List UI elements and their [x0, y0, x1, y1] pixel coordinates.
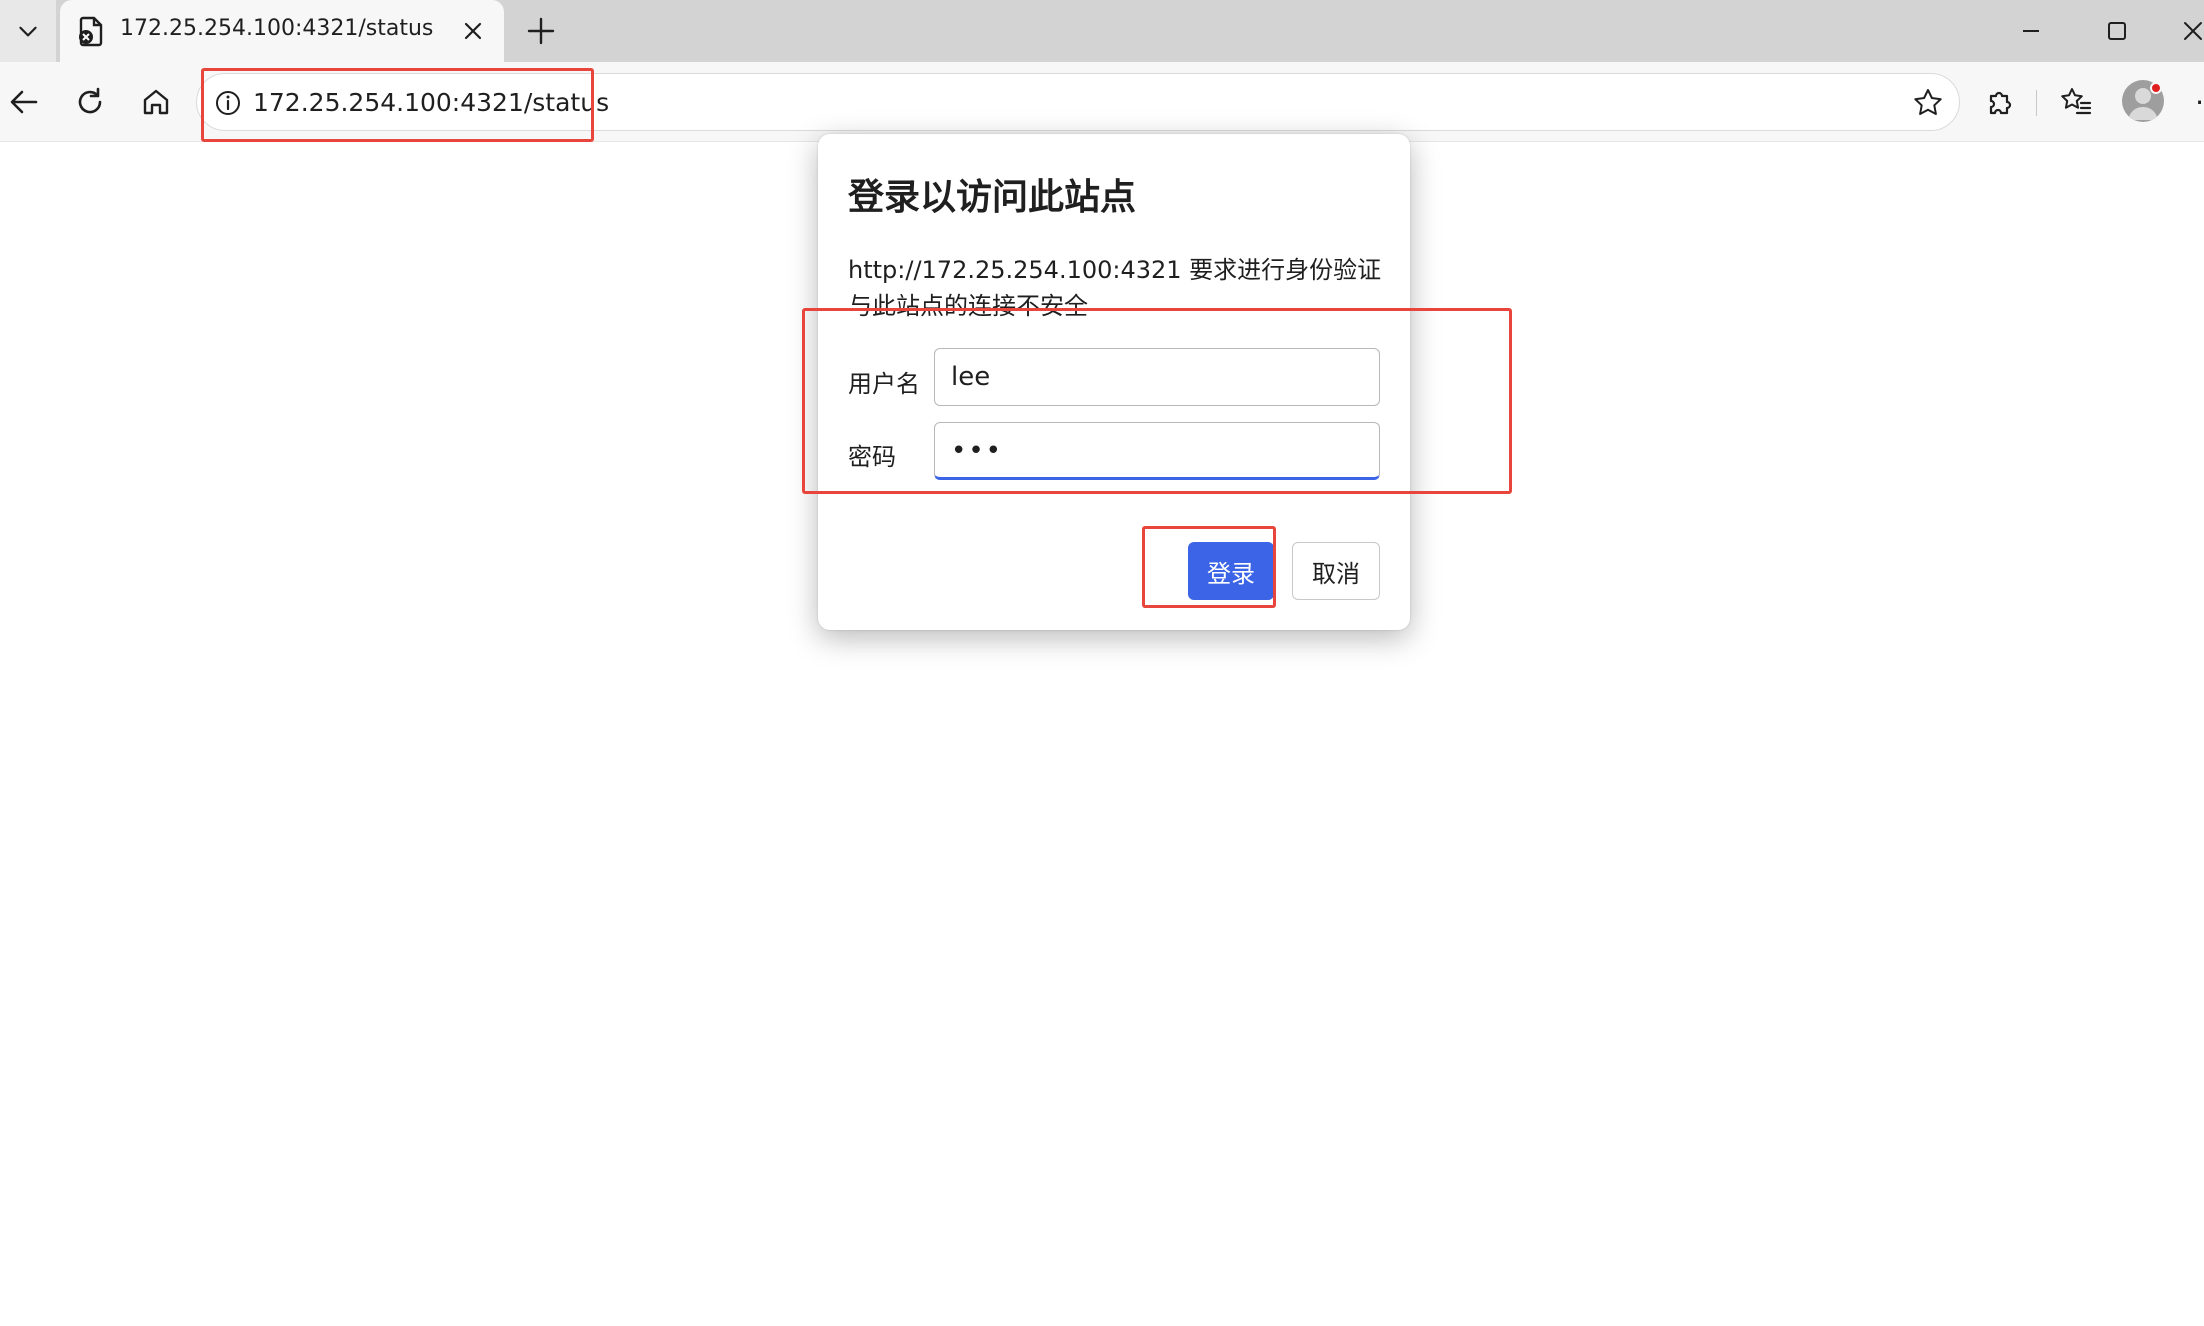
maximize-button[interactable]	[2092, 8, 2142, 54]
chevron-down-icon	[19, 26, 37, 37]
notification-dot	[2150, 82, 2162, 94]
site-info-button[interactable]	[211, 86, 245, 120]
close-icon	[464, 22, 482, 40]
login-button[interactable]: 登录	[1188, 542, 1274, 600]
extensions-icon	[1989, 91, 2012, 115]
address-text[interactable]: 172.25.254.100:4321/status	[253, 88, 609, 117]
address-bar[interactable]: 172.25.254.100:4321/status	[196, 73, 1960, 131]
reload-button[interactable]	[68, 80, 112, 124]
new-tab-button[interactable]	[520, 10, 562, 52]
minimize-button[interactable]	[2006, 8, 2056, 54]
auth-dialog: 登录以访问此站点 http://172.25.254.100:4321 要求进行…	[818, 134, 1410, 630]
favorites-button[interactable]	[2054, 80, 2098, 124]
toolbar-divider	[2036, 90, 2037, 116]
tab-menu-button[interactable]	[0, 0, 56, 62]
tab-title: 172.25.254.100:4321/status	[120, 16, 434, 41]
favorites-icon	[2061, 88, 2092, 115]
auth-origin-message: http://172.25.254.100:4321 要求进行身份验证	[848, 256, 1382, 284]
browser-toolbar: 172.25.254.100:4321/status ·	[0, 62, 2204, 142]
info-icon	[216, 91, 240, 115]
insecure-page-icon	[79, 16, 103, 47]
close-window-button[interactable]	[2170, 8, 2204, 54]
cancel-button[interactable]: 取消	[1292, 542, 1380, 600]
favorite-star-button[interactable]	[1909, 84, 1947, 122]
maximize-icon	[2108, 22, 2126, 40]
password-input[interactable]: •••	[934, 422, 1380, 480]
dialog-title: 登录以访问此站点	[848, 177, 1137, 218]
close-icon	[2184, 22, 2202, 40]
plus-icon	[527, 17, 555, 45]
more-icon[interactable]: ·	[2180, 80, 2204, 124]
star-icon	[1914, 89, 1942, 115]
active-tab[interactable]: 172.25.254.100:4321/status	[60, 0, 504, 62]
minimize-icon	[2023, 30, 2039, 32]
reload-icon	[78, 87, 102, 114]
extensions-button[interactable]	[1978, 80, 2022, 124]
back-button[interactable]	[2, 80, 46, 124]
password-label: 密码	[848, 443, 896, 471]
back-arrow-icon	[10, 90, 38, 114]
username-label: 用户名	[848, 370, 920, 398]
home-icon	[143, 89, 169, 115]
tab-close-button[interactable]	[456, 14, 490, 48]
username-input[interactable]: lee	[934, 348, 1380, 406]
tab-strip: 172.25.254.100:4321/status	[0, 0, 2204, 62]
home-button[interactable]	[134, 80, 178, 124]
connection-warning: 与此站点的连接不安全	[848, 292, 1088, 320]
